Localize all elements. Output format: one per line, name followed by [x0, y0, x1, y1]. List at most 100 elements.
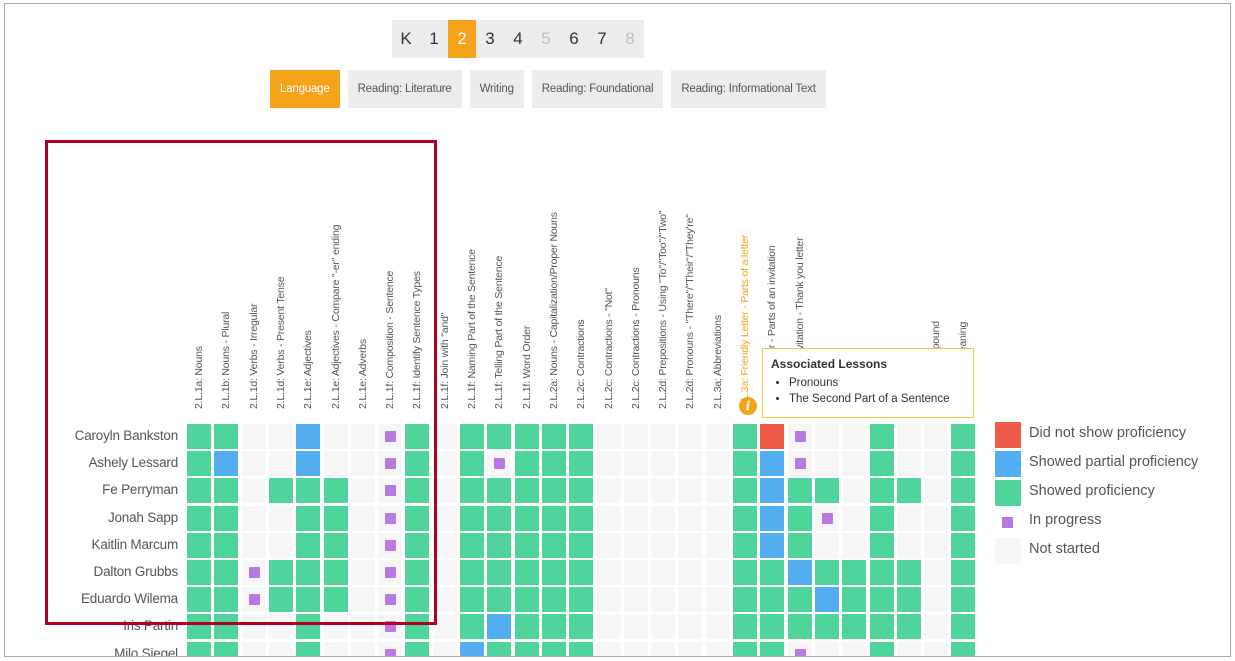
grid-cell[interactable]	[733, 532, 757, 558]
grid-cell[interactable]	[296, 587, 321, 613]
grid-cell[interactable]	[651, 532, 676, 558]
grid-cell[interactable]	[378, 587, 403, 613]
grid-cell[interactable]	[896, 451, 921, 477]
student-name[interactable]: Ashely Lessard	[5, 450, 179, 476]
grid-cell[interactable]	[350, 451, 375, 477]
grid-cell[interactable]	[350, 587, 375, 613]
grid-cell[interactable]	[623, 641, 648, 656]
grid-cell[interactable]	[460, 451, 484, 477]
column-header[interactable]: 2.L.1f: Identify Sentence Types	[411, 271, 423, 409]
grid-cell[interactable]	[842, 505, 867, 531]
grid-cell[interactable]	[241, 614, 266, 640]
grid-cell[interactable]	[268, 505, 293, 531]
grid-cell[interactable]	[268, 424, 293, 449]
grid-cell[interactable]	[378, 614, 403, 640]
grid-cell[interactable]	[350, 560, 375, 585]
grid-cell[interactable]	[541, 532, 566, 558]
grid-cell[interactable]	[896, 614, 921, 640]
column-header[interactable]: 2.L.2a: Nouns - Capitalization/Proper No…	[548, 212, 560, 409]
grid-cell[interactable]	[187, 587, 211, 613]
column-header[interactable]: 2.L.1b: Nouns - Plural	[220, 312, 232, 409]
grid-cell[interactable]	[760, 641, 785, 656]
grid-cell[interactable]	[187, 532, 211, 558]
grid-cell[interactable]	[296, 532, 321, 558]
grid-cell[interactable]	[733, 614, 757, 640]
grid-cell[interactable]	[842, 424, 867, 449]
grid-cell[interactable]	[814, 478, 839, 504]
column-header[interactable]: 2.L.2d: Pronouns - "There"/"Their"/"They…	[684, 214, 696, 409]
grid-cell[interactable]	[323, 505, 348, 531]
grid-cell[interactable]	[623, 424, 648, 449]
grid-cell[interactable]	[323, 424, 348, 449]
grid-cell[interactable]	[323, 560, 348, 585]
grid-cell[interactable]	[378, 478, 403, 504]
grid-cell[interactable]	[268, 451, 293, 477]
grid-cell[interactable]	[678, 451, 703, 477]
grid-cell[interactable]	[869, 505, 894, 531]
grid-cell[interactable]	[787, 424, 812, 449]
column-header[interactable]: 2.L.2c: Contractions	[575, 320, 587, 409]
grid-cell[interactable]	[541, 505, 566, 531]
grid-cell[interactable]	[405, 478, 430, 504]
grid-cell[interactable]	[487, 641, 512, 656]
grid-cell[interactable]	[323, 641, 348, 656]
grid-cell[interactable]	[596, 641, 621, 656]
grid-cell[interactable]	[241, 587, 266, 613]
grid-cell[interactable]	[733, 587, 757, 613]
grid-cell[interactable]	[460, 478, 484, 504]
grid-cell[interactable]	[350, 424, 375, 449]
grid-cell[interactable]	[596, 451, 621, 477]
grid-cell[interactable]	[733, 451, 757, 477]
grid-cell[interactable]	[951, 560, 976, 585]
grid-cell[interactable]	[951, 424, 976, 449]
grid-cell[interactable]	[432, 505, 457, 531]
grid-cell[interactable]	[514, 560, 539, 585]
grid-cell[interactable]	[296, 560, 321, 585]
grid-cell[interactable]	[623, 532, 648, 558]
grid-cell[interactable]	[405, 424, 430, 449]
grid-cell[interactable]	[596, 587, 621, 613]
column-header[interactable]: 2.L.1f: Join with "and"	[439, 313, 451, 409]
column-header[interactable]: 2.L.1e: Adjectives	[302, 330, 314, 409]
grid-cell[interactable]	[460, 560, 484, 585]
grid-cell[interactable]	[378, 505, 403, 531]
grid-cell[interactable]	[350, 478, 375, 504]
grid-cell[interactable]	[869, 451, 894, 477]
grid-cell[interactable]	[678, 614, 703, 640]
grid-cell[interactable]	[187, 424, 211, 449]
grid-cell[interactable]	[323, 532, 348, 558]
grid-cell[interactable]	[214, 451, 239, 477]
grid-cell[interactable]	[432, 478, 457, 504]
grid-cell[interactable]	[569, 587, 594, 613]
column-header[interactable]: 2.L.3a: Abbreviations	[712, 315, 724, 409]
grid-cell[interactable]	[487, 587, 512, 613]
grid-cell[interactable]	[733, 641, 757, 656]
grid-cell[interactable]	[378, 451, 403, 477]
grid-cell[interactable]	[924, 532, 949, 558]
grid-cell[interactable]	[678, 560, 703, 585]
grid-cell[interactable]	[623, 505, 648, 531]
grid-cell[interactable]	[896, 560, 921, 585]
grid-cell[interactable]	[651, 614, 676, 640]
grid-cell[interactable]	[896, 641, 921, 656]
grid-cell[interactable]	[323, 587, 348, 613]
grid-cell[interactable]	[842, 614, 867, 640]
grid-cell[interactable]	[678, 641, 703, 656]
grid-cell[interactable]	[323, 478, 348, 504]
grid-cell[interactable]	[651, 641, 676, 656]
grid-cell[interactable]	[787, 614, 812, 640]
student-name[interactable]: Jonah Sapp	[5, 505, 178, 531]
student-name[interactable]: Eduardo Wilema	[5, 586, 178, 612]
grid-cell[interactable]	[405, 532, 430, 558]
grid-cell[interactable]	[405, 614, 430, 640]
grid-cell[interactable]	[869, 478, 894, 504]
column-header[interactable]: 2.L.1f: Telling Part of the Sentence	[493, 256, 505, 409]
grid-cell[interactable]	[733, 505, 757, 531]
grid-cell[interactable]	[596, 560, 621, 585]
grid-cell[interactable]	[214, 587, 239, 613]
grid-cell[interactable]	[705, 614, 730, 640]
grid-cell[interactable]	[869, 560, 894, 585]
grid-cell[interactable]	[733, 560, 757, 585]
grid-cell[interactable]	[268, 587, 293, 613]
column-header[interactable]: 2.L.1f: Naming Part of the Sentence	[466, 249, 478, 409]
